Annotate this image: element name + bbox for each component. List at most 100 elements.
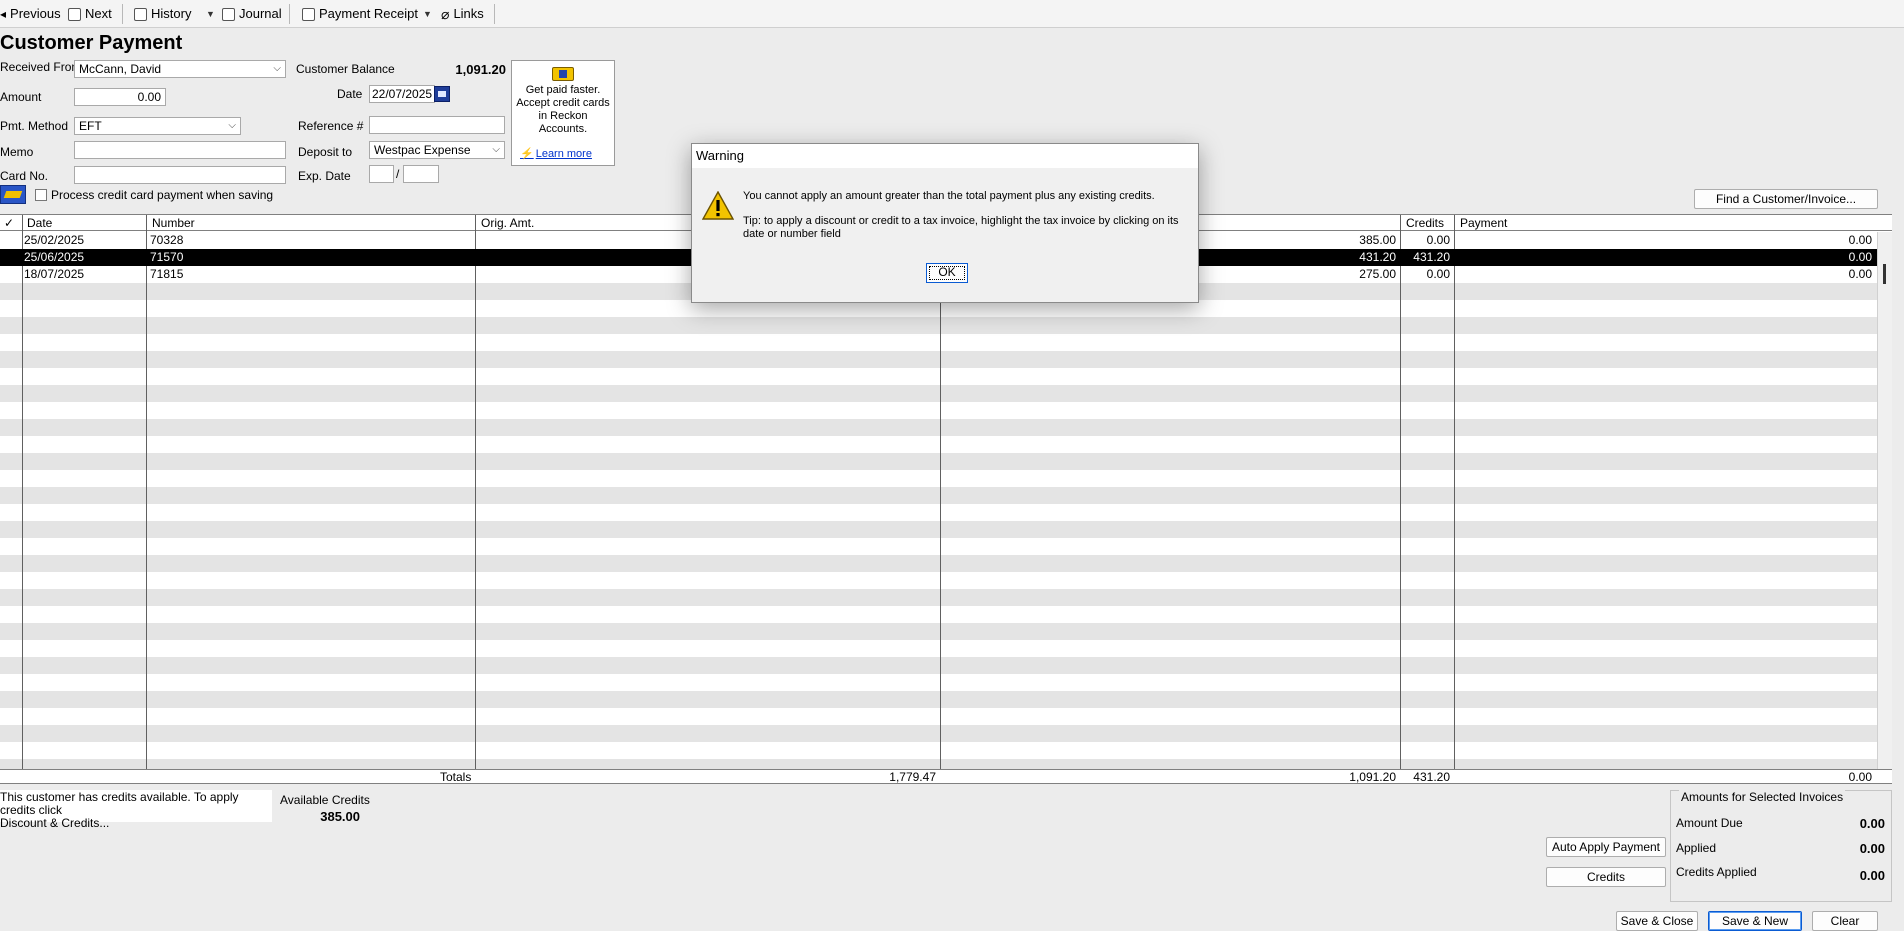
process-cc-checkbox[interactable] [35,189,47,201]
amount-due-label: Amount Due [1676,816,1743,830]
credit-card-icon [552,67,574,81]
history-icon [134,7,147,21]
memo-label: Memo [0,145,34,159]
row-payment[interactable]: 0.00 [1760,232,1872,249]
row-amt-due: 275.00 [1359,267,1396,281]
amounts-selected-invoices: Amounts for Selected Invoices Amount Due… [1670,790,1892,902]
row-number: 70328 [150,233,184,247]
chevron-down-icon: ⌵ [228,120,236,131]
column-divider [22,215,23,769]
printer-icon [302,7,315,21]
table-body [0,232,1877,769]
row-date: 25/06/2025 [24,250,85,264]
column-divider [1454,215,1455,769]
ok-button[interactable]: OK [926,263,968,283]
paperclip-icon: ⌀ [441,6,450,22]
reference-label: Reference # [298,119,364,133]
auto-apply-payment-button[interactable]: Auto Apply Payment [1546,837,1666,857]
column-divider [1400,215,1401,769]
customer-balance-label: Customer Balance [296,62,395,76]
dialog-title: Warning [692,144,1198,168]
row-amt-due: 431.20 [1359,250,1396,264]
toolbar: ◂ Previous Next History ▼ Journal Paymen… [0,0,1904,28]
exp-month-input[interactable] [369,165,394,183]
applied-value: 0.00 [1859,841,1885,856]
next-button[interactable]: Next [68,5,112,23]
header-date[interactable]: Date [22,215,52,231]
dialog-tip-line: Tip: to apply a discount or credit to a … [743,215,1179,227]
scroll-thumb[interactable] [1883,264,1886,284]
save-new-button[interactable]: Save & New [1708,911,1802,931]
deposit-to-select[interactable]: Westpac Expense ⌵ [369,141,505,159]
learn-more-link[interactable]: ⚡ Learn more [520,148,592,161]
exp-date-label: Exp. Date [298,169,351,183]
row-date: 25/02/2025 [24,233,85,247]
deposit-to-label: Deposit to [298,145,353,159]
row-payment[interactable]: 0.00 [1760,249,1872,266]
totals-credits: 431.20 [1413,770,1450,784]
credits-available-note: This customer has credits available. To … [0,790,272,830]
totals-orig-amt: 1,779.47 [889,770,936,784]
arrow-left-icon: ◂ [0,7,7,21]
clear-button[interactable]: Clear [1812,911,1878,931]
previous-button[interactable]: ◂ Previous [0,5,61,23]
exp-separator: / [396,167,400,181]
totals-amt-due: 1,091.20 [1349,770,1396,784]
date-label: Date [337,87,363,101]
row-credits: 0.00 [1426,267,1450,281]
row-payment[interactable]: 0.00 [1760,266,1872,283]
amount-input[interactable]: 0.00 [74,88,166,106]
credit-card-icon[interactable] [0,185,26,204]
page-title: Customer Payment [0,32,183,54]
credits-applied-value: 0.00 [1859,868,1885,883]
dialog-tip-line: date or number field [743,228,841,240]
toolbar-divider [494,4,495,24]
chevron-down-icon: ⌵ [273,63,281,74]
calendar-icon[interactable] [434,86,450,102]
totals-row: Totals 1,779.47 1,091.20 431.20 0.00 [0,769,1892,784]
customer-balance-value: 1,091.20 [455,62,506,77]
amount-label: Amount [0,90,42,104]
find-customer-invoice-button[interactable]: Find a Customer/Invoice... [1694,189,1878,209]
row-credits: 0.00 [1426,233,1450,247]
credits-note-line: This customer has credits available. To … [0,790,239,817]
table-scrollbar[interactable] [1877,232,1892,769]
pmt-method-select[interactable]: EFT ⌵ [74,117,241,135]
amount-due-value: 0.00 [1859,816,1885,831]
caret-down-icon: ▼ [423,9,432,19]
header-payment[interactable]: Payment [1455,215,1507,231]
toolbar-divider [122,4,123,24]
toolbar-divider [289,4,290,24]
warning-dialog: Warning You cannot apply an amount great… [691,143,1199,303]
credits-note-line: Discount & Credits... [0,816,110,830]
reference-input[interactable] [369,116,505,134]
history-button[interactable]: History [134,5,191,23]
payment-receipt-button[interactable]: Payment Receipt [302,5,418,23]
header-orig-amt[interactable]: Orig. Amt. [476,215,534,231]
credits-button[interactable]: Credits [1546,867,1666,887]
amounts-title: Amounts for Selected Invoices [1679,790,1846,804]
header-check[interactable]: ✓ [0,215,22,231]
payment-receipt-dropdown[interactable]: ▼ [423,5,432,23]
process-cc-label: Process credit card payment when saving [51,188,274,202]
header-credits[interactable]: Credits [1401,215,1444,231]
totals-label: Totals [440,770,472,784]
applied-label: Applied [1676,841,1717,855]
arrow-right-icon [68,7,81,21]
memo-input[interactable] [74,141,286,159]
received-from-select[interactable]: McCann, David ⌵ [74,60,286,78]
warning-triangle-icon [702,191,734,220]
journal-button[interactable]: Journal [222,5,282,23]
date-input[interactable]: 22/07/2025 [369,85,435,103]
caret-down-icon: ▼ [206,9,215,19]
row-number: 71815 [150,267,184,281]
exp-year-input[interactable] [403,165,439,183]
links-button[interactable]: ⌀ Links [441,5,484,23]
card-no-input[interactable] [74,166,286,184]
received-from-label: Received From [0,60,82,74]
totals-payment: 0.00 [1848,770,1872,784]
promo-line-1: Get paid faster. [525,84,601,96]
history-dropdown[interactable]: ▼ [206,5,215,23]
save-close-button[interactable]: Save & Close [1616,911,1698,931]
header-number[interactable]: Number [147,215,195,231]
